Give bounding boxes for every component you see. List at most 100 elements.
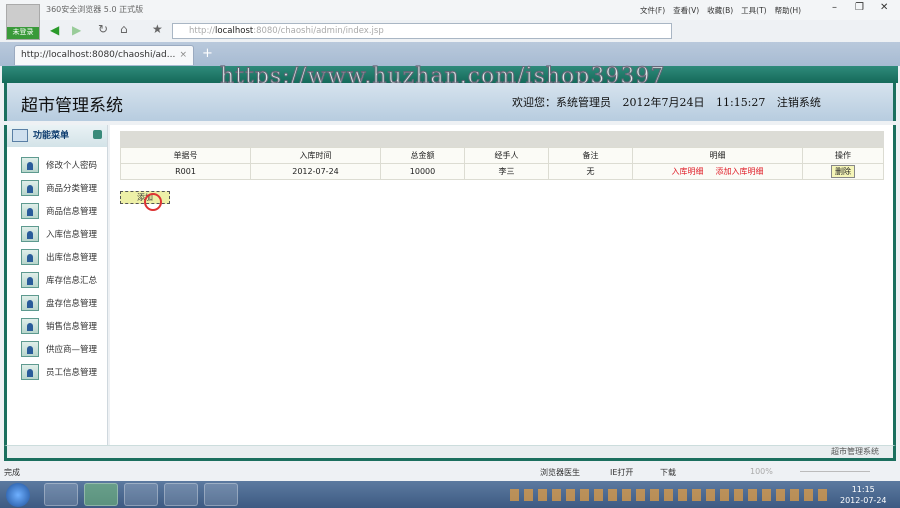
- sidebar-item-label: 入库信息管理: [46, 229, 98, 240]
- status-bar: 完成 浏览器医生 IE打开 下载 100%: [0, 463, 900, 481]
- zoom-slider[interactable]: [800, 471, 870, 472]
- col-detail: 明细: [632, 147, 803, 164]
- menu-view[interactable]: 查看(V): [673, 5, 699, 16]
- welcome-bar: 欢迎您：系统管理员 2012年7月24日 11:15:27 注销系统: [512, 94, 821, 110]
- sidebar-item-label: 商品信息管理: [46, 206, 98, 217]
- user-icon: [21, 179, 39, 196]
- user-icon: [21, 271, 39, 288]
- cursor-highlight: [144, 193, 162, 211]
- col-action: 操作: [802, 147, 884, 164]
- home-icon[interactable]: ⌂: [120, 22, 128, 36]
- menu-file[interactable]: 文件(F): [640, 5, 665, 16]
- taskbar-360-browser-icon[interactable]: [84, 483, 118, 506]
- cell-amount: 10000: [380, 163, 465, 180]
- col-note: 备注: [548, 147, 633, 164]
- taskbar-eclipse-icon[interactable]: [164, 483, 198, 506]
- sidebar-header: 功能菜单: [7, 125, 107, 147]
- col-date: 入库时间: [250, 147, 381, 164]
- menu-tools[interactable]: 工具(T): [741, 5, 766, 16]
- close-button[interactable]: ✕: [880, 2, 888, 13]
- tab-bar: http://localhost:8080/chaoshi/ad... × +: [0, 42, 900, 66]
- stock-in-table: 单据号 入库时间 总金额 经手人 备注 明细 操作 R001 2012-07-2…: [120, 147, 884, 180]
- back-icon[interactable]: ◀: [50, 23, 59, 37]
- detail-link[interactable]: 入库明细: [672, 167, 704, 176]
- cell-date: 2012-07-24: [250, 163, 381, 180]
- menu-help[interactable]: 帮助(H): [775, 5, 802, 16]
- sidebar-item-supplier[interactable]: 供应商—管理: [7, 337, 107, 360]
- logout-link[interactable]: 注销系统: [777, 96, 821, 109]
- col-amount: 总金额: [380, 147, 465, 164]
- cell-note: 无: [548, 163, 633, 180]
- refresh-icon[interactable]: ↻: [98, 22, 108, 36]
- user-icon: [21, 248, 39, 265]
- sidebar-item-stock-in[interactable]: 入库信息管理: [7, 222, 107, 245]
- browser-menu: 文件(F) 查看(V) 收藏(B) 工具(T) 帮助(H): [640, 5, 801, 16]
- taskbar: 11:15 2012-07-24: [0, 481, 900, 508]
- tab-active[interactable]: http://localhost:8080/chaoshi/ad... ×: [14, 45, 194, 65]
- cell-id: R001: [120, 163, 251, 180]
- sidebar-item-sales[interactable]: 销售信息管理: [7, 314, 107, 337]
- add-detail-link[interactable]: 添加入库明细: [716, 167, 764, 176]
- table-header-row: 单据号 入库时间 总金额 经手人 备注 明细 操作: [120, 147, 884, 164]
- tray-icons[interactable]: [510, 489, 830, 501]
- app-title: 超市管理系统: [21, 96, 123, 116]
- forward-icon[interactable]: ▶: [72, 23, 81, 37]
- menu-icon: [12, 129, 28, 142]
- user-icon: [21, 225, 39, 242]
- user-icon: [21, 317, 39, 334]
- sidebar-item-stock-out[interactable]: 出库信息管理: [7, 245, 107, 268]
- tab-label: http://localhost:8080/chaoshi/ad...: [21, 50, 176, 60]
- star-icon[interactable]: ★: [152, 22, 163, 36]
- user-icon: [21, 340, 39, 357]
- sidebar-item-category[interactable]: 商品分类管理: [7, 176, 107, 199]
- table-caption-band: [120, 131, 884, 147]
- menu-favorites[interactable]: 收藏(B): [707, 5, 733, 16]
- clock[interactable]: 11:15 2012-07-24: [840, 484, 887, 506]
- clock-time: 11:15: [851, 485, 875, 494]
- sidebar-item-inventory-summary[interactable]: 库存信息汇总: [7, 268, 107, 291]
- collapse-icon[interactable]: [93, 130, 102, 139]
- zoom-level[interactable]: 100%: [750, 467, 773, 476]
- user-icon: [21, 363, 39, 380]
- maximize-button[interactable]: ❐: [855, 2, 864, 13]
- sidebar-item-label: 供应商—管理: [46, 344, 98, 355]
- sidebar-item-goods[interactable]: 商品信息管理: [7, 199, 107, 222]
- sidebar-title: 功能菜单: [33, 131, 70, 141]
- user-icon: [21, 156, 39, 173]
- sidebar-item-label: 员工信息管理: [46, 367, 98, 378]
- download-button[interactable]: 下载: [660, 467, 676, 478]
- delete-button[interactable]: 删除: [831, 165, 855, 178]
- navigation-bar: ◀ ▶ ↻ ⌂ ★ http://localhost:8080/chaoshi/…: [0, 20, 900, 42]
- browser-doctor-button[interactable]: 浏览器医生: [540, 467, 580, 478]
- avatar[interactable]: 未登录: [6, 4, 40, 40]
- cell-action: 删除: [802, 163, 884, 180]
- sidebar-item-staff[interactable]: 员工信息管理: [7, 360, 107, 383]
- col-id: 单据号: [120, 147, 251, 164]
- taskbar-folder-icon[interactable]: [204, 483, 238, 506]
- ie-open-button[interactable]: IE打开: [610, 467, 633, 478]
- sidebar: 功能菜单 修改个人密码 商品分类管理 商品信息管理 入库信息管理 出库信息管理 …: [4, 125, 108, 445]
- sidebar-item-change-password[interactable]: 修改个人密码: [7, 153, 107, 176]
- taskbar-app-icon[interactable]: [124, 483, 158, 506]
- sidebar-item-label: 修改个人密码: [46, 160, 98, 171]
- sidebar-item-stocktake[interactable]: 盘存信息管理: [7, 291, 107, 314]
- user-icon: [21, 202, 39, 219]
- login-label: 未登录: [7, 27, 39, 39]
- cell-handler: 李三: [464, 163, 549, 180]
- start-button[interactable]: [6, 483, 30, 507]
- close-tab-icon[interactable]: ×: [179, 50, 187, 60]
- col-handler: 经手人: [464, 147, 549, 164]
- app-header: 超市管理系统 欢迎您：系统管理员 2012年7月24日 11:15:27 注销系…: [4, 83, 896, 121]
- datetime: 2012年7月24日 11:15:27: [622, 96, 766, 109]
- address-bar[interactable]: http://localhost:8080/chaoshi/admin/inde…: [172, 23, 672, 39]
- sidebar-item-label: 盘存信息管理: [46, 298, 98, 309]
- new-tab-icon[interactable]: +: [202, 46, 213, 61]
- app-footer: 超市管理系统: [4, 445, 896, 461]
- main-content: 单据号 入库时间 总金额 经手人 备注 明细 操作 R001 2012-07-2…: [110, 125, 896, 445]
- user-icon: [21, 294, 39, 311]
- taskbar-ie-icon[interactable]: [44, 483, 78, 506]
- browser-title-bar: 未登录 360安全浏览器 5.0 正式版 文件(F) 查看(V) 收藏(B) 工…: [0, 0, 900, 40]
- status-text: 完成: [4, 468, 20, 477]
- minimize-button[interactable]: –: [832, 2, 837, 13]
- table-row: R001 2012-07-24 10000 李三 无 入库明细 添加入库明细 删除: [120, 163, 884, 180]
